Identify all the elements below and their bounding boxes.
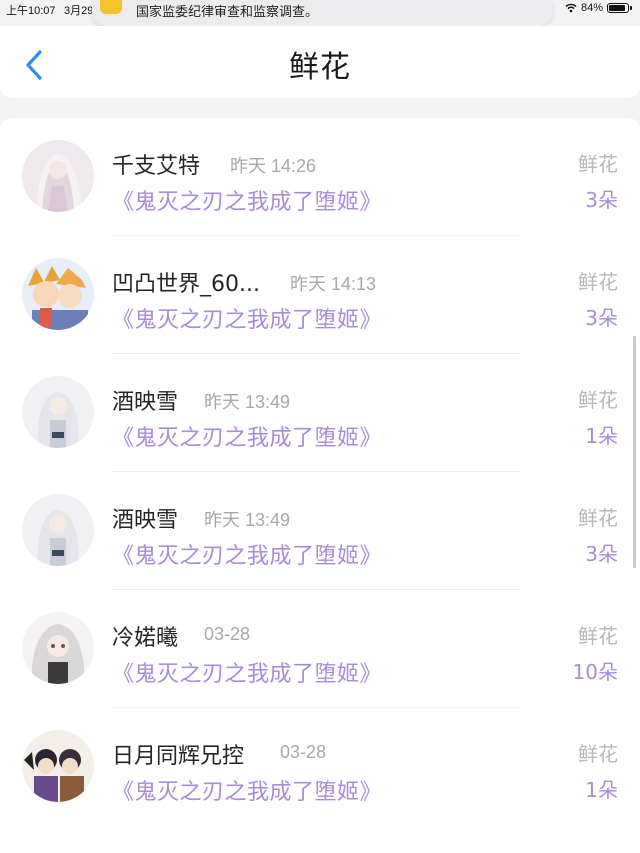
- gift-count: 10朵: [572, 660, 618, 684]
- battery-icon: [607, 3, 629, 13]
- timestamp: 昨天 14:26: [230, 156, 317, 176]
- list-item[interactable]: 酒映雪 昨天 13:49 《鬼灭之刃之我成了堕姬》 鲜花 1朵: [0, 354, 640, 472]
- battery-tip: [630, 6, 632, 10]
- user-name: 凹凸世界_60...: [112, 272, 260, 297]
- gift-type: 鲜花: [578, 152, 618, 176]
- notification-banner[interactable]: 国家监委纪律审查和监察调查。: [92, 0, 552, 26]
- list-item[interactable]: 凹凸世界_60... 昨天 14:13 《鬼灭之刃之我成了堕姬》 鲜花 3朵: [0, 236, 640, 354]
- scrollbar[interactable]: [633, 336, 636, 568]
- list-item[interactable]: 千支艾特 昨天 14:26 《鬼灭之刃之我成了堕姬》 鲜花 3朵: [0, 118, 640, 236]
- status-time: 上午10:07: [6, 5, 56, 17]
- user-name: 日月同辉兄控: [112, 744, 245, 769]
- avatar[interactable]: [22, 494, 94, 566]
- avatar[interactable]: [22, 258, 94, 330]
- book-title[interactable]: 《鬼灭之刃之我成了堕姬》: [112, 420, 382, 452]
- list-item[interactable]: 酒映雪 昨天 13:49 《鬼灭之刃之我成了堕姬》 鲜花 3朵: [0, 472, 640, 590]
- user-name: 酒映雪: [112, 390, 179, 415]
- user-name: 冷婼曦: [112, 626, 179, 651]
- gift-type: 鲜花: [578, 506, 618, 530]
- timestamp: 昨天 14:13: [290, 274, 377, 294]
- notification-text: 国家监委纪律审查和监察调查。: [136, 5, 319, 20]
- gift-count: 1朵: [585, 424, 618, 448]
- avatar[interactable]: [22, 730, 94, 802]
- wifi-icon: [565, 3, 577, 13]
- battery-percent: 84%: [580, 2, 603, 14]
- gift-type: 鲜花: [578, 270, 618, 294]
- list-item[interactable]: 日月同辉兄控 03-28 《鬼灭之刃之我成了堕姬》 鲜花 1朵: [0, 708, 640, 826]
- timestamp: 03-28: [280, 742, 327, 762]
- book-title[interactable]: 《鬼灭之刃之我成了堕姬》: [112, 656, 382, 688]
- nav-header: 鲜花: [0, 26, 640, 98]
- timestamp: 03-28: [204, 624, 251, 644]
- status-date: 3月29: [64, 5, 94, 17]
- flower-gift-list: 千支艾特 昨天 14:26 《鬼灭之刃之我成了堕姬》 鲜花 3朵 凹凸世界_60…: [0, 118, 640, 853]
- gift-type: 鲜花: [578, 624, 618, 648]
- timestamp: 昨天 13:49: [204, 510, 291, 530]
- book-title[interactable]: 《鬼灭之刃之我成了堕姬》: [112, 774, 382, 806]
- avatar[interactable]: [22, 376, 94, 448]
- book-title[interactable]: 《鬼灭之刃之我成了堕姬》: [112, 184, 382, 216]
- gift-type: 鲜花: [578, 388, 618, 412]
- app-icon: [100, 0, 122, 14]
- timestamp: 昨天 13:49: [204, 392, 291, 412]
- user-name: 千支艾特: [112, 154, 201, 179]
- gift-count: 3朵: [585, 306, 618, 330]
- gift-type: 鲜花: [578, 742, 618, 766]
- avatar[interactable]: [22, 612, 94, 684]
- book-title[interactable]: 《鬼灭之刃之我成了堕姬》: [112, 538, 382, 570]
- user-name: 酒映雪: [112, 508, 179, 533]
- status-indicators: 84%: [565, 2, 632, 14]
- list-item[interactable]: 冷婼曦 03-28 《鬼灭之刃之我成了堕姬》 鲜花 10朵: [0, 590, 640, 708]
- page-title: 鲜花: [289, 50, 351, 85]
- gift-count: 3朵: [585, 188, 618, 212]
- book-title[interactable]: 《鬼灭之刃之我成了堕姬》: [112, 302, 382, 334]
- avatar[interactable]: [22, 140, 94, 212]
- gift-count: 1朵: [585, 778, 618, 802]
- gift-count: 3朵: [585, 542, 618, 566]
